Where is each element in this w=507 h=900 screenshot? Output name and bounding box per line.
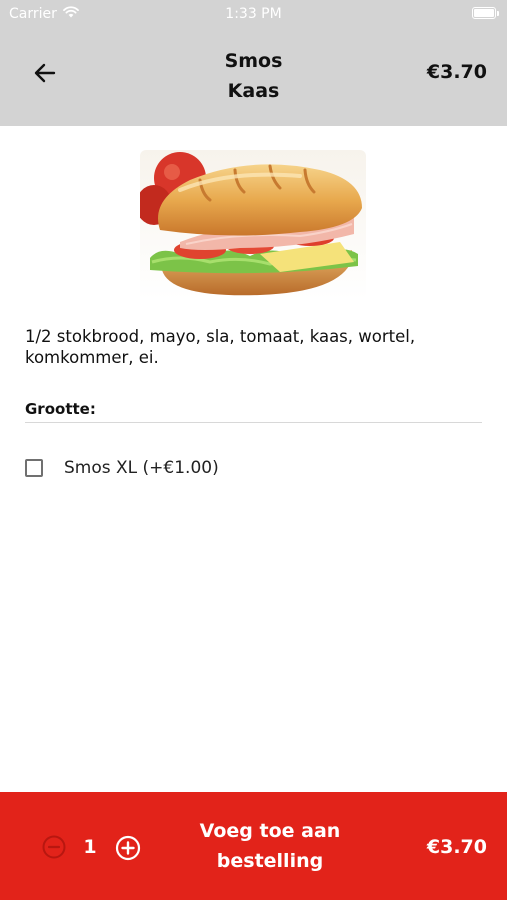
- footer-price: €3.70: [426, 836, 487, 858]
- title-line-2: Kaas: [227, 80, 280, 102]
- section-divider: [25, 422, 482, 423]
- product-description: 1/2 stokbrood, mayo, sla, tomaat, kaas, …: [25, 327, 416, 367]
- option-smos-xl[interactable]: Smos XL (+€1.00): [25, 455, 219, 481]
- battery-icon: [472, 7, 499, 19]
- option-checkbox[interactable]: [25, 459, 43, 477]
- sandwich-illustration: [140, 150, 366, 300]
- arrow-left-icon: [34, 63, 56, 87]
- add-button-line-2: bestelling: [216, 850, 324, 872]
- minus-circle-icon: [42, 835, 66, 863]
- status-time: 1:33 PM: [225, 6, 282, 22]
- footer-add-bar: 1 Voeg toe aan bestelling €3.70: [0, 792, 507, 900]
- page-title: Smos Kaas: [150, 46, 357, 106]
- option-label: Smos XL (+€1.00): [64, 458, 219, 478]
- plus-circle-icon: [115, 835, 141, 865]
- status-bar: Carrier 1:33 PM: [0, 0, 507, 28]
- add-button-line-1: Voeg toe aan: [199, 820, 341, 842]
- back-button[interactable]: [30, 60, 60, 90]
- product-image: [140, 150, 366, 300]
- header: Smos Kaas €3.70: [0, 28, 507, 126]
- quantity-value: 1: [83, 836, 97, 858]
- battery-fill: [474, 9, 494, 17]
- decrease-quantity-button[interactable]: [42, 835, 66, 859]
- increase-quantity-button[interactable]: [115, 835, 141, 861]
- title-line-1: Smos: [224, 50, 283, 72]
- size-section-label: Grootte:: [25, 400, 96, 418]
- add-to-order-button[interactable]: Voeg toe aan bestelling: [180, 816, 360, 876]
- header-price: €3.70: [426, 61, 487, 83]
